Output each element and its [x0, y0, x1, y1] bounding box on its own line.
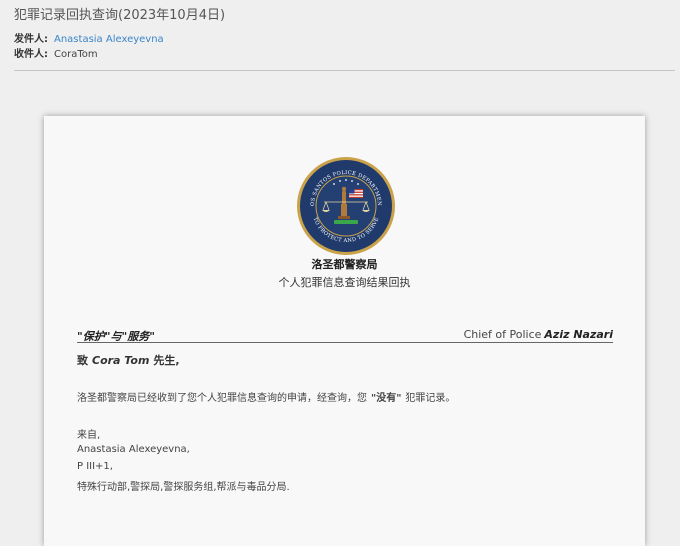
from-row: 发件人: Anastasia Alexeyevna — [14, 30, 164, 45]
greeting-prefix: 致 — [77, 354, 88, 367]
chief-signature: Chief of Police Aziz Nazari — [464, 328, 613, 341]
sender-link[interactable]: Anastasia Alexeyevna — [54, 34, 164, 45]
motto-row: "保护"与"服务" Chief of Police Aziz Nazari — [77, 328, 613, 343]
chief-name: Aziz Nazari — [544, 328, 613, 341]
to-row: 收件人: CoraTom — [14, 45, 98, 60]
document-title: 个人犯罪信息查询结果回执 — [278, 276, 411, 289]
to-label: 收件人: — [14, 49, 48, 60]
recipient-value: CoraTom — [54, 49, 98, 60]
sign-rank: P III+1, — [77, 461, 113, 472]
chief-label: Chief of Police — [463, 328, 542, 341]
body-suffix: 犯罪记录。 — [405, 393, 456, 404]
greeting: 致 Cora Tom 先生, — [77, 352, 180, 368]
email-subject: 犯罪记录回执查询(2023年10月4日) — [14, 8, 226, 23]
header-divider — [14, 70, 675, 71]
body-emphasis: "没有" — [371, 393, 402, 404]
letter-document: LOS SANTOS POLICE DEPARTMENT TO PROTECT … — [44, 116, 645, 546]
motto: "保护"与"服务" — [77, 330, 155, 343]
body-prefix: 洛圣都警察局已经收到了您个人犯罪信息查询的申请，经查询，您 — [77, 393, 367, 404]
greeting-suffix: 先生, — [153, 354, 180, 367]
sign-unit: 特殊行动部,警探局,警探服务组,帮派与毒品分局. — [77, 482, 290, 493]
org-name: 洛圣都警察局 — [311, 258, 378, 271]
lspd-seal-icon: LOS SANTOS POLICE DEPARTMENT TO PROTECT … — [296, 156, 395, 255]
from-label: 发件人: — [14, 34, 48, 45]
recipient-name: Cora Tom — [92, 354, 150, 367]
sign-name: Anastasia Alexeyevna, — [77, 444, 190, 455]
sign-from: 来自, — [77, 430, 101, 441]
letter-body: 洛圣都警察局已经收到了您个人犯罪信息查询的申请，经查询，您 "没有" 犯罪记录。 — [77, 389, 455, 404]
